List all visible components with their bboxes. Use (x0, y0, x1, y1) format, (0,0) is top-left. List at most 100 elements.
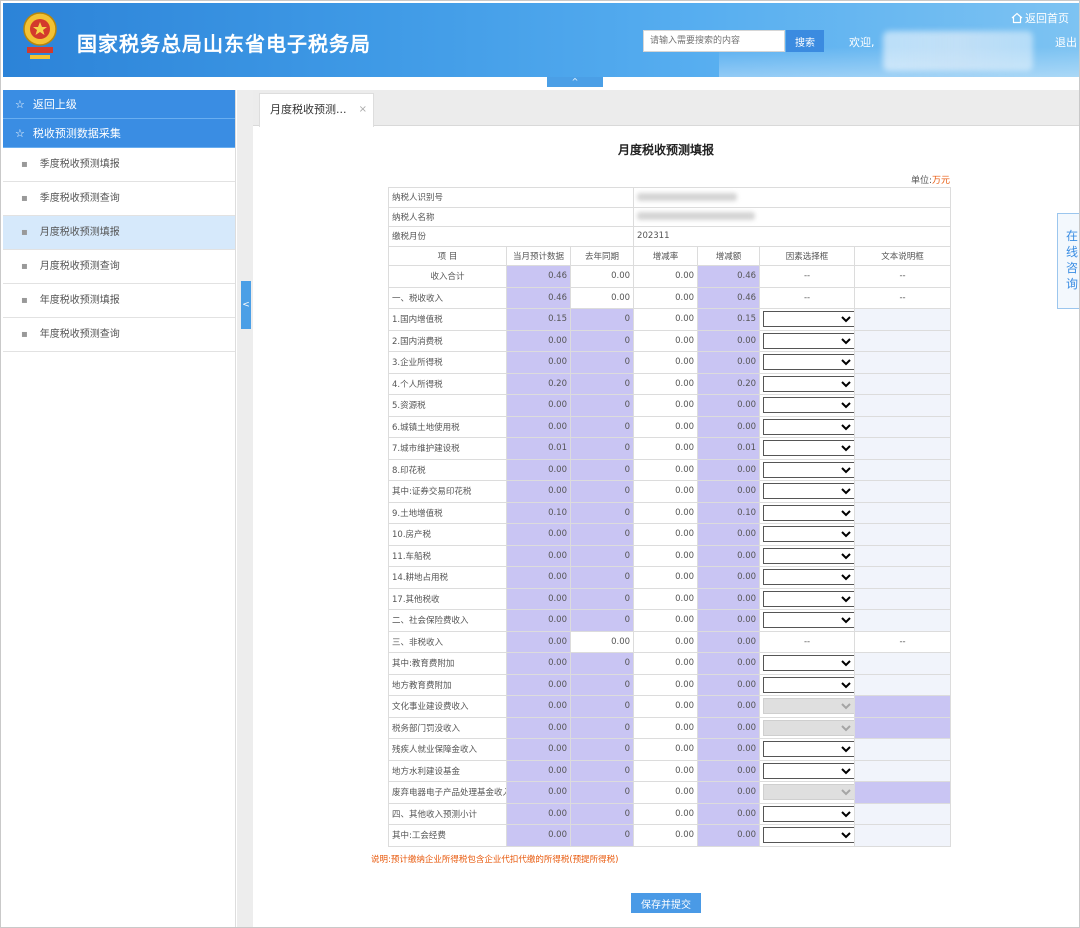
taxpayer-name-value (633, 206, 952, 227)
current-estimate-cell[interactable]: 0.00 (506, 652, 571, 675)
change-rate-cell: 0.00 (633, 609, 699, 632)
factor-select[interactable] (763, 354, 854, 371)
form-title: 月度税收预测填报 (617, 143, 714, 157)
change-amount-cell: 0.01 (697, 437, 761, 460)
factor-select[interactable] (763, 612, 854, 629)
current-estimate-cell[interactable]: 0.00 (506, 824, 571, 847)
current-estimate-cell[interactable]: 0.00 (506, 781, 571, 804)
current-estimate-cell[interactable]: 0.20 (506, 372, 571, 395)
factor-select[interactable] (763, 547, 854, 564)
factor-select[interactable] (763, 311, 854, 328)
unit-label: 单位:万元 (813, 173, 950, 186)
row-label: 1.国内增值税 (388, 308, 507, 331)
text-note-input[interactable] (854, 437, 952, 460)
sidebar-item[interactable]: ▪ 月度税收预测填报 (3, 216, 235, 250)
row-label: 10.房产税 (388, 523, 507, 546)
current-estimate-cell[interactable]: 0.00 (506, 566, 571, 589)
sidebar-toggle-button[interactable]: < (241, 281, 251, 329)
current-estimate-cell[interactable]: 0.00 (506, 415, 571, 438)
current-estimate-cell[interactable]: 0.15 (506, 308, 571, 331)
current-estimate-cell[interactable]: 0.00 (506, 351, 571, 374)
text-note-input[interactable] (854, 802, 952, 825)
factor-cell (759, 824, 856, 847)
current-estimate-cell[interactable]: 0.00 (506, 480, 571, 503)
search-input[interactable] (643, 30, 785, 52)
text-note-input[interactable] (854, 308, 952, 331)
sidebar-item[interactable]: ▪ 年度税收预测查询 (3, 318, 235, 352)
factor-select[interactable] (763, 397, 854, 414)
current-estimate-cell[interactable]: 0.00 (506, 759, 571, 782)
logout-link[interactable]: 退出 (1055, 34, 1077, 50)
factor-select[interactable] (763, 483, 854, 500)
factor-select[interactable] (763, 569, 854, 586)
sidebar-back-button[interactable]: ☆ 返回上级 (3, 90, 235, 119)
factor-select[interactable] (763, 805, 854, 822)
sidebar-item[interactable]: ▪ 月度税收预测查询 (3, 250, 235, 284)
factor-select[interactable] (763, 375, 854, 392)
last-year-cell: 0 (569, 480, 635, 503)
current-estimate-cell[interactable]: 0.00 (506, 544, 571, 567)
close-icon[interactable]: × (359, 94, 367, 126)
factor-select[interactable] (763, 526, 854, 543)
current-estimate-cell[interactable]: 0.00 (506, 523, 571, 546)
text-note-input[interactable] (854, 329, 952, 352)
online-consult-button[interactable]: 在线咨询 (1057, 213, 1079, 309)
text-note-input[interactable] (854, 652, 952, 675)
tab-monthly-forecast[interactable]: 月度税收预测... × (259, 93, 374, 127)
text-note-input[interactable] (854, 759, 952, 782)
factor-select[interactable] (763, 504, 854, 521)
sidebar-item[interactable]: ▪ 季度税收预测查询 (3, 182, 235, 216)
text-note-input[interactable] (854, 351, 952, 374)
current-estimate-cell[interactable]: 0.00 (506, 738, 571, 761)
factor-select[interactable] (763, 418, 854, 435)
factor-select[interactable] (763, 590, 854, 607)
save-submit-button[interactable]: 保存并提交 (631, 893, 701, 913)
factor-select[interactable] (763, 676, 854, 693)
text-note-input[interactable] (854, 673, 952, 696)
factor-select[interactable] (763, 762, 854, 779)
current-estimate-cell[interactable]: 0.00 (506, 587, 571, 610)
sidebar-group-header[interactable]: ☆ 税收预测数据采集 (3, 119, 235, 148)
current-estimate-cell[interactable]: 0.00 (506, 695, 571, 718)
current-estimate-cell[interactable]: 0.00 (506, 716, 571, 739)
home-link[interactable]: 返回首页 (1011, 10, 1069, 26)
collapse-header-button[interactable]: ^ (547, 77, 603, 87)
current-estimate-cell[interactable]: 0.00 (506, 458, 571, 481)
text-note-input[interactable] (854, 372, 952, 395)
sidebar-item[interactable]: ▪ 季度税收预测填报 (3, 148, 235, 182)
last-year-cell: 0 (569, 523, 635, 546)
change-rate-cell: 0.00 (633, 308, 699, 331)
text-note-input[interactable] (854, 566, 952, 589)
current-estimate-cell[interactable]: 0.01 (506, 437, 571, 460)
text-note-input[interactable] (854, 609, 952, 632)
factor-select[interactable] (763, 332, 854, 349)
text-note-input[interactable] (854, 544, 952, 567)
factor-select[interactable] (763, 827, 854, 844)
text-note-input[interactable] (854, 480, 952, 503)
current-estimate-cell[interactable]: 0.00 (506, 673, 571, 696)
text-note-input[interactable] (854, 415, 952, 438)
sidebar-item[interactable]: ▪ 年度税收预测填报 (3, 284, 235, 318)
text-note-input (854, 716, 952, 739)
current-estimate-cell[interactable]: 0.00 (506, 802, 571, 825)
factor-select[interactable] (763, 440, 854, 457)
text-note-input[interactable] (854, 824, 952, 847)
current-estimate-cell[interactable]: 0.00 (506, 609, 571, 632)
text-note-input[interactable] (854, 738, 952, 761)
factor-select[interactable] (763, 461, 854, 478)
text-note-input[interactable] (854, 587, 952, 610)
current-estimate-cell[interactable]: 0.10 (506, 501, 571, 524)
current-estimate-cell[interactable]: 0.00 (506, 394, 571, 417)
text-note-input[interactable] (854, 458, 952, 481)
last-year-cell: 0 (569, 372, 635, 395)
forecast-table: 纳税人识别号 纳税人名称 缴税月份 202311 项 目当月预计数据 去年同期 增减… (387, 187, 952, 847)
factor-select[interactable] (763, 655, 854, 672)
last-year-cell: 0 (569, 802, 635, 825)
text-note-input[interactable] (854, 394, 952, 417)
text-note-input[interactable] (854, 501, 952, 524)
search-button[interactable]: 搜索 (786, 30, 824, 52)
factor-select[interactable] (763, 741, 854, 758)
table-row: 14.耕地占用税 0.00 0 0.00 0.00 (388, 566, 952, 589)
text-note-input[interactable] (854, 523, 952, 546)
current-estimate-cell[interactable]: 0.00 (506, 329, 571, 352)
